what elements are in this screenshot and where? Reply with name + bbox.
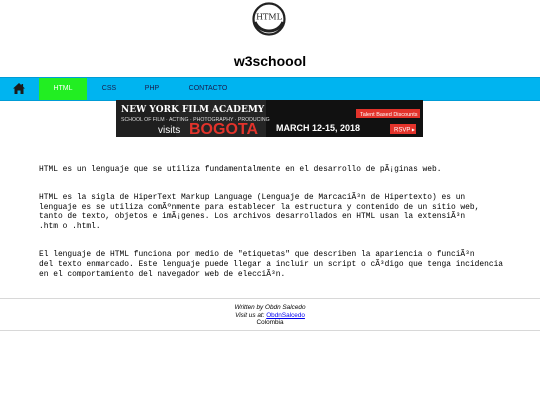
nav-home-button[interactable] <box>12 82 26 95</box>
ad-banner[interactable]: NEW YORK FILM ACADEMY SCHOOL OF FILM · A… <box>116 100 423 137</box>
nav-item-html[interactable]: HTML <box>39 78 87 100</box>
ad-title: NEW YORK FILM ACADEMY <box>121 105 265 115</box>
main-navbar: HTML CSS PHP CONTACTO <box>0 77 540 101</box>
page-footer: Written by Obdn Salcedo Visit us at: Obd… <box>0 298 540 331</box>
nav-item-php[interactable]: PHP <box>131 78 173 100</box>
footer-visit-link[interactable]: ObdnSalcedo <box>266 312 305 319</box>
paragraph-definition: HTML es la sigla de HiperText Markup Lan… <box>39 193 480 231</box>
footer-author: Written by Obdn Salcedo <box>234 304 306 311</box>
paragraph-intro: HTML es un lenguaje que se utiliza funda… <box>39 164 442 174</box>
html-logo: HTML <box>251 1 287 37</box>
ad-discount: Talent Based Discounts <box>360 112 418 118</box>
rsvp-label: RSVP ▸ <box>394 128 415 134</box>
logo-text: HTML <box>256 13 283 22</box>
nav-item-css[interactable]: CSS <box>87 78 131 100</box>
ad-dates: MARCH 12-15, 2018 <box>276 123 360 133</box>
footer-visit-prefix: Visit us at: <box>235 311 267 319</box>
footer-country: Colombia <box>256 319 284 327</box>
paragraph-tags: El lenguaje de HTML funciona por medio d… <box>39 250 504 279</box>
ad-visits: visits <box>158 125 180 136</box>
home-icon <box>13 83 25 94</box>
nav-item-contacto[interactable]: CONTACTO <box>173 78 243 100</box>
site-title: w3schoool <box>233 53 307 69</box>
main-content: HTML es un lenguaje que se utiliza funda… <box>39 155 533 298</box>
html-logo-icon: HTML <box>252 2 286 36</box>
ad-city: BOGOTA <box>189 121 258 137</box>
